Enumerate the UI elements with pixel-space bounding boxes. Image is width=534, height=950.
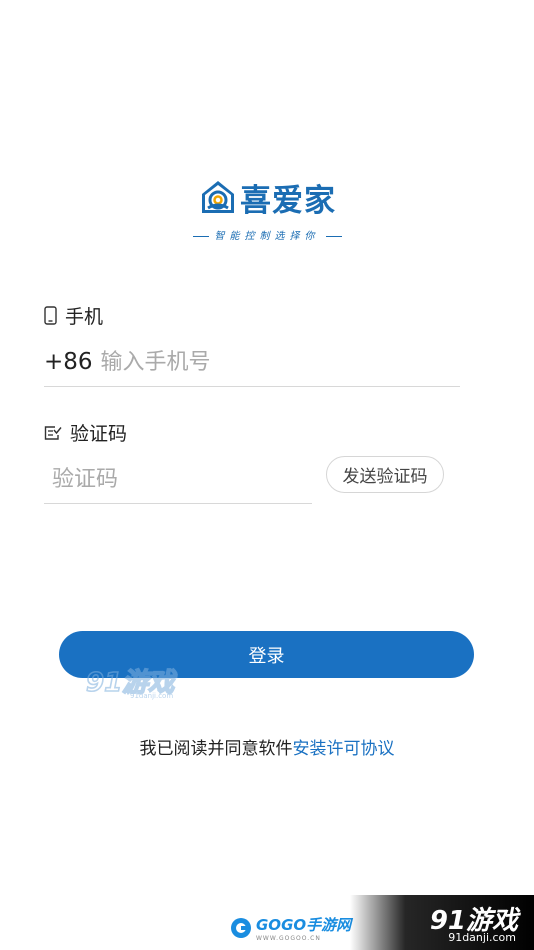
app-logo: 喜爱家 bbox=[199, 176, 336, 219]
watermark-91-corner: 91游戏 91danji.com bbox=[350, 895, 534, 950]
message-check-icon bbox=[44, 425, 62, 440]
phone-icon bbox=[44, 306, 57, 325]
phone-input[interactable] bbox=[100, 349, 421, 375]
slogan: 智能控制选择你 bbox=[0, 227, 534, 242]
phone-label: 手机 bbox=[44, 302, 103, 329]
agreement-line: 我已阅读并同意软件安装许可协议 bbox=[0, 734, 534, 759]
gogo-logo-icon bbox=[231, 918, 251, 938]
watermark-gogo: GOGO手游网 WWW.GOGOO.CN bbox=[229, 914, 351, 942]
license-agreement-link[interactable]: 安装许可协议 bbox=[293, 739, 395, 759]
corner-url-text: 91danji.com bbox=[448, 931, 516, 944]
gogo-brand-text: GOGO手游网 bbox=[256, 916, 352, 934]
watermark-center-url: 91danji.com bbox=[130, 692, 173, 700]
phone-field[interactable]: +86 bbox=[44, 338, 460, 387]
logo-text: 喜爱家 bbox=[240, 182, 336, 219]
code-input[interactable] bbox=[44, 466, 302, 492]
country-code[interactable]: +86 bbox=[44, 349, 93, 375]
house-logo-icon bbox=[202, 181, 234, 213]
gogo-url-text: WWW.GOGOO.CN bbox=[256, 935, 321, 942]
slogan-text: 智能控制选择你 bbox=[214, 231, 320, 242]
code-label-text: 验证码 bbox=[70, 423, 128, 445]
code-label: 验证码 bbox=[44, 419, 127, 446]
watermark-91-center: 91游戏 91danji.com bbox=[85, 664, 182, 700]
code-field[interactable] bbox=[44, 455, 312, 504]
phone-label-text: 手机 bbox=[65, 306, 104, 328]
agreement-text: 我已阅读并同意软件 bbox=[139, 739, 293, 759]
send-code-button[interactable]: 发送验证码 bbox=[326, 456, 444, 493]
